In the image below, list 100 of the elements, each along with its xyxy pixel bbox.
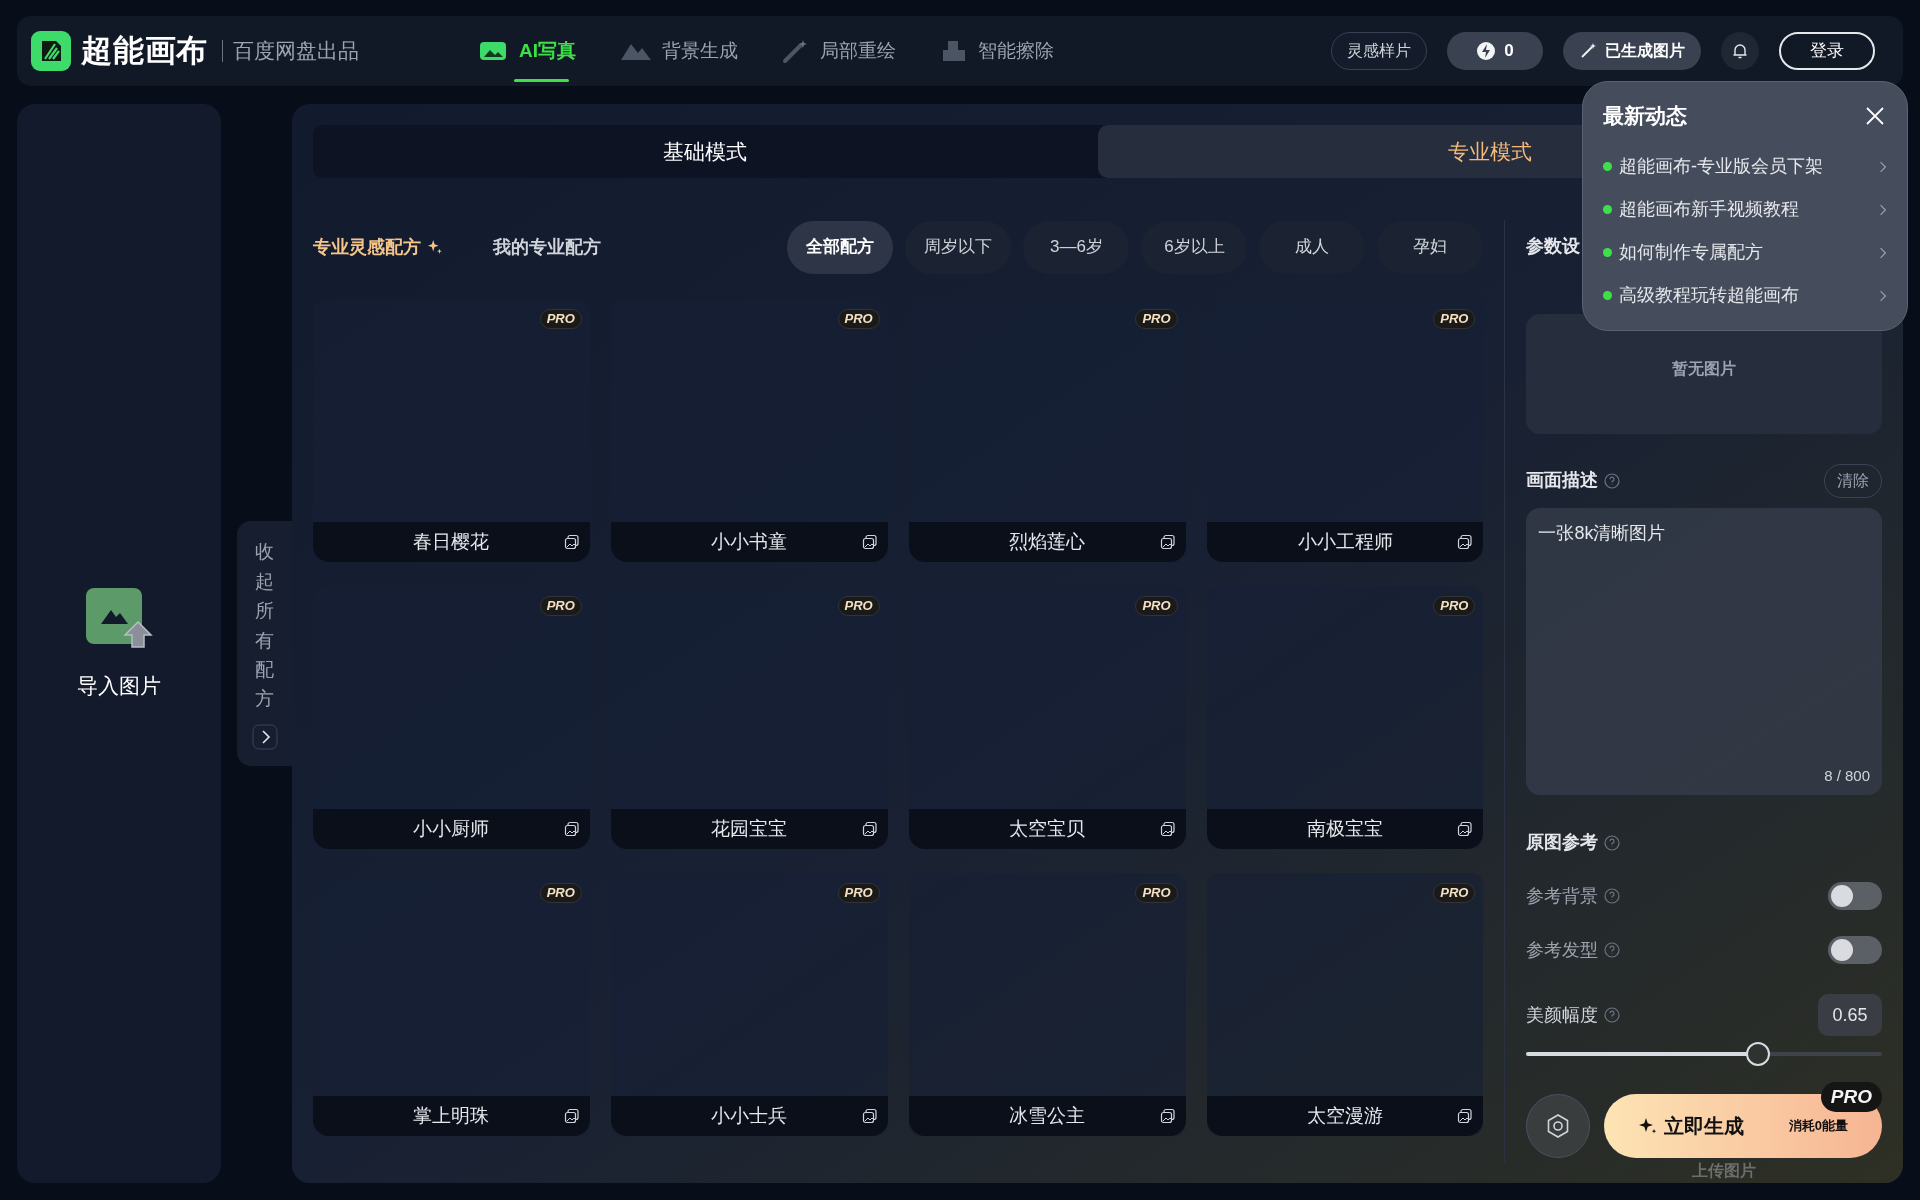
filter-chip[interactable]: 周岁以下 xyxy=(905,220,1012,274)
gallery-icon xyxy=(861,821,878,837)
gallery-icon xyxy=(563,534,580,550)
toggle-switch[interactable] xyxy=(1828,936,1882,965)
help-icon xyxy=(1604,942,1621,959)
recipe-tab[interactable]: 我的专业配方 xyxy=(493,233,601,261)
logo-icon xyxy=(31,31,71,71)
gallery-icon xyxy=(1457,534,1474,550)
gallery-icon xyxy=(1457,1108,1474,1124)
filter-chip[interactable]: 成人 xyxy=(1259,220,1366,274)
recipe-card[interactable]: PRO 太空漫游 xyxy=(1206,873,1484,1136)
upload-label: 上传图片 xyxy=(1692,1161,1757,1181)
nav-tab[interactable]: 背景生成 xyxy=(620,16,739,86)
recipe-card[interactable]: PRO 春日樱花 xyxy=(313,299,590,562)
filter-chip[interactable]: 6岁以上 xyxy=(1141,220,1248,274)
generated-images-button[interactable]: 已生成图片 xyxy=(1563,32,1701,70)
login-button[interactable]: 登录 xyxy=(1779,32,1875,70)
recipe-name: 南极宝宝 xyxy=(1307,816,1384,841)
description-field[interactable]: 一张8k清晰图片 8 / 800 xyxy=(1526,507,1882,796)
news-item[interactable]: 高级教程玩转超能画布 xyxy=(1603,282,1887,309)
app-subtitle: 百度网盘出品 xyxy=(233,38,360,65)
bell-icon xyxy=(1731,42,1749,60)
section-title: 画面描述 xyxy=(1526,469,1599,493)
energy-cost: 消耗0能量 xyxy=(1788,1117,1848,1136)
section-title: 参数设 xyxy=(1526,234,1581,258)
collapse-tab[interactable]: 收起所有配方 xyxy=(237,521,292,766)
recipe-name: 太空宝贝 xyxy=(1009,816,1086,841)
pro-badge: PRO xyxy=(837,883,880,903)
chevron-right-icon xyxy=(251,723,278,750)
gallery-icon xyxy=(1159,1108,1176,1124)
recipe-card[interactable]: PRO 冰雪公主 xyxy=(908,873,1186,1136)
filter-chip[interactable]: 全部配方 xyxy=(787,220,894,274)
gallery-icon xyxy=(563,1108,580,1124)
gallery-icon xyxy=(1159,821,1176,837)
help-icon xyxy=(1604,1007,1621,1024)
collapse-label: 收起所有配方 xyxy=(255,540,274,712)
recipe-name: 小小工程师 xyxy=(1297,529,1393,554)
recipe-name: 小小士兵 xyxy=(711,1103,788,1128)
recipe-name: 冰雪公主 xyxy=(1009,1103,1086,1128)
pro-badge: PRO xyxy=(1135,309,1178,329)
recipe-name: 花园宝宝 xyxy=(711,816,788,841)
wand-icon xyxy=(1579,42,1597,60)
character-counter: 8 / 800 xyxy=(1824,766,1870,786)
gallery-icon xyxy=(1457,821,1474,837)
chevron-right-icon xyxy=(1879,288,1887,303)
pro-badge: PRO xyxy=(539,309,582,329)
gallery-icon xyxy=(563,821,580,837)
pro-badge: PRO xyxy=(539,883,582,903)
value-field[interactable]: 0.65 xyxy=(1818,994,1882,1037)
pro-badge: PRO xyxy=(1433,596,1476,616)
recipe-card[interactable]: PRO 小小士兵 xyxy=(610,873,888,1136)
help-icon xyxy=(1604,835,1621,851)
pro-badge: PRO xyxy=(837,596,880,616)
pro-badge: PRO xyxy=(1135,596,1178,616)
empty-image-label: 暂无图片 xyxy=(1672,358,1737,379)
news-item[interactable]: 如何制作专属配方 xyxy=(1603,239,1887,266)
gallery-icon xyxy=(861,1108,878,1124)
section-title: 原图参考 xyxy=(1526,831,1599,855)
pro-badge: PRO xyxy=(837,309,880,329)
recipe-tab[interactable]: 专业灵感配方 xyxy=(313,233,443,261)
recipe-name: 春日樱花 xyxy=(413,529,490,554)
sparkle-icon xyxy=(427,239,443,255)
import-panel[interactable]: 导入图片 xyxy=(17,104,221,1183)
nav-tab[interactable]: 局部重绘 xyxy=(782,16,897,86)
recipe-name: 掌上明珠 xyxy=(413,1103,490,1128)
generate-label: 立即生成 xyxy=(1664,1114,1745,1139)
pro-badge: PRO xyxy=(1433,309,1476,329)
pro-badge: PRO xyxy=(539,596,582,616)
close-icon xyxy=(1865,105,1885,126)
toggle-label: 参考发型 xyxy=(1526,939,1599,962)
app-logo: 超能画布 xyxy=(81,31,209,70)
help-icon xyxy=(1604,888,1621,905)
news-item[interactable]: 超能画布新手视频教程 xyxy=(1603,196,1887,223)
slider-track[interactable] xyxy=(1526,1044,1882,1064)
import-label: 导入图片 xyxy=(77,672,161,699)
nav-tab[interactable]: 智能擦除 xyxy=(940,16,1055,86)
notifications-button[interactable] xyxy=(1721,32,1759,70)
pro-badge: PRO xyxy=(1820,1082,1882,1112)
chevron-right-icon xyxy=(1879,245,1887,260)
recipe-name: 太空漫游 xyxy=(1307,1103,1384,1128)
recipe-name: 小小书童 xyxy=(711,529,788,554)
toggle-label: 参考背景 xyxy=(1526,885,1599,908)
slider-thumb[interactable] xyxy=(1745,1042,1770,1067)
lightning-icon xyxy=(1476,41,1497,61)
pro-badge: PRO xyxy=(1135,883,1178,903)
help-icon xyxy=(1604,472,1621,489)
toggle-switch[interactable] xyxy=(1828,882,1882,911)
chevron-right-icon xyxy=(1879,202,1887,217)
slider-label: 美颜幅度 xyxy=(1526,1004,1599,1027)
filter-chip[interactable]: 孕妇 xyxy=(1377,220,1484,274)
recipe-card[interactable]: PRO 南极宝宝 xyxy=(1206,586,1484,849)
pro-badge: PRO xyxy=(1433,883,1476,903)
close-button[interactable] xyxy=(1865,104,1887,127)
gallery-icon xyxy=(861,534,878,550)
energy-button[interactable]: 0 xyxy=(1447,32,1543,70)
recipe-name: 烈焰莲心 xyxy=(1009,529,1086,554)
nav-tab[interactable]: AI写真 xyxy=(479,16,577,86)
inspiration-button[interactable]: 灵感样片 xyxy=(1331,32,1427,70)
filter-chip[interactable]: 3—6岁 xyxy=(1023,220,1130,274)
recipe-name: 小小厨师 xyxy=(413,816,490,841)
